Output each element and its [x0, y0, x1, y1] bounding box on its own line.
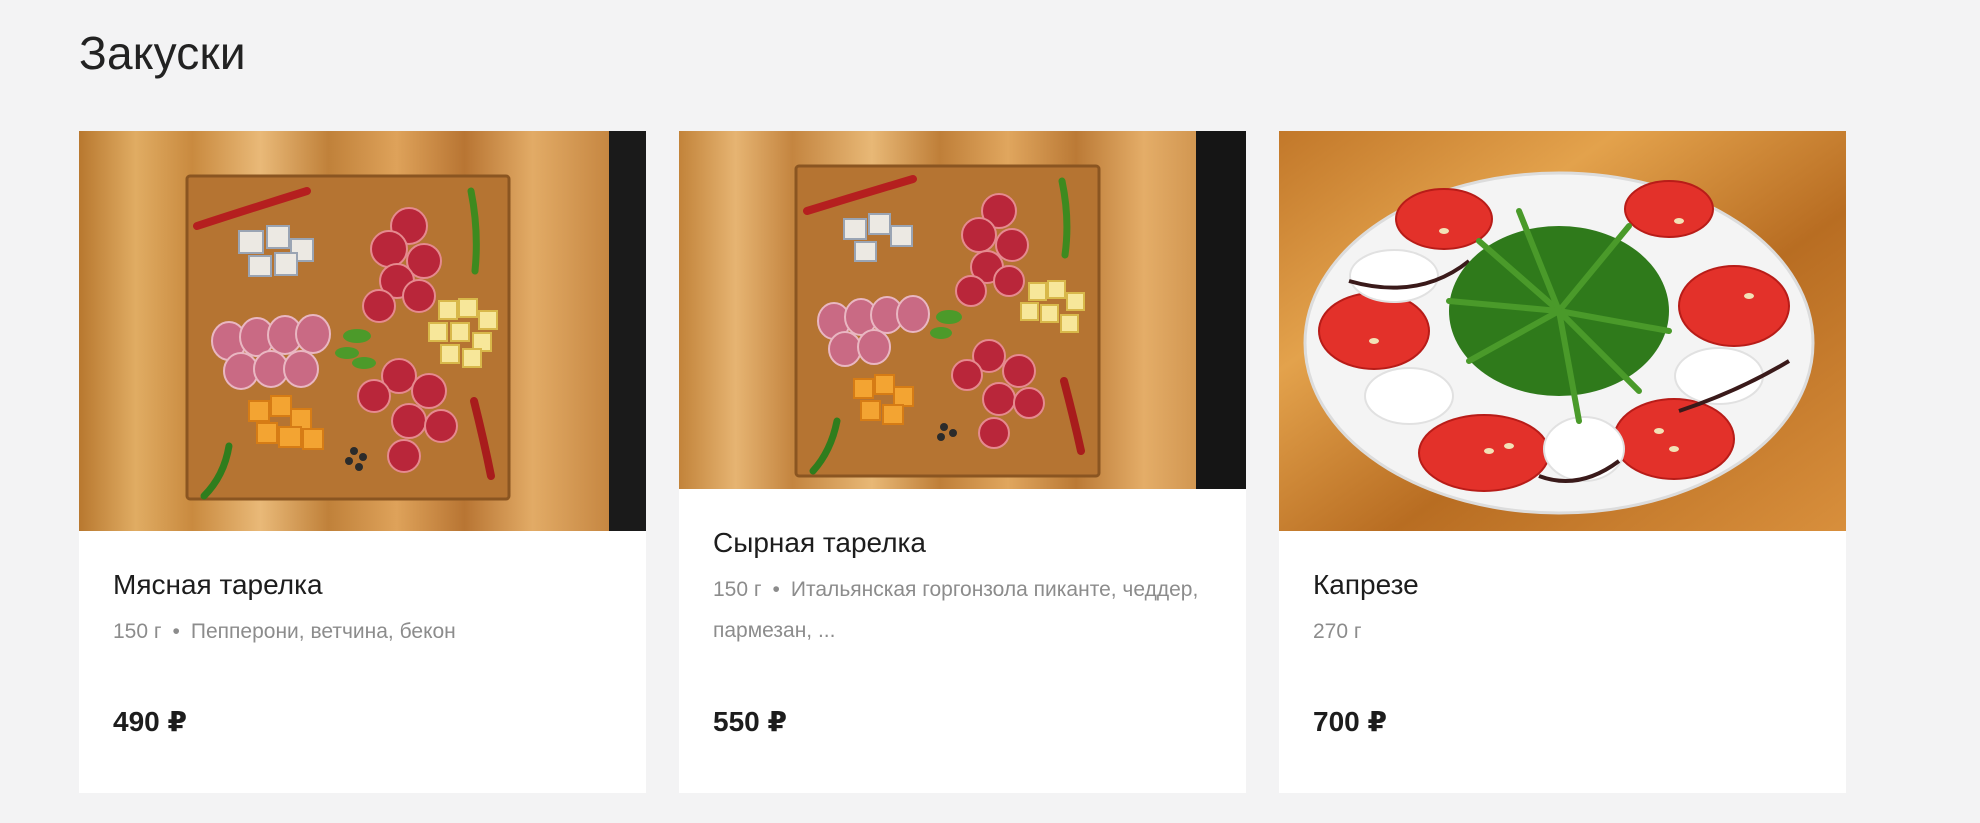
meta-separator: • [172, 620, 180, 643]
dish-price: 700 ₽ [1313, 706, 1387, 737]
meat-board-photo[interactable] [79, 131, 646, 531]
meta-separator: • [772, 578, 780, 601]
dish-name[interactable]: Капрезе [1313, 565, 1816, 605]
dish-card-meat-platter[interactable]: Мясная тарелка 150 г • Пепперони, ветчина,… [79, 131, 646, 793]
dish-meta: 270 г [1313, 611, 1816, 652]
dish-name[interactable]: Сырная тарелка [713, 523, 1216, 563]
dish-card-body: Мясная тарелка 150 г • Пепперони, ветчина,… [113, 565, 616, 652]
dish-card-body: Сырная тарелка 150 г • Итальянская горгонз… [713, 523, 1216, 651]
dish-name[interactable]: Мясная тарелка [113, 565, 616, 605]
dish-description: Пепперони, ветчина, бекон [190, 620, 456, 643]
dish-card-body: Капрезе 270 г [1313, 565, 1816, 652]
dish-card-cheese-platter[interactable]: Сырная тарелка 150 г • Итальянская горгонз… [679, 131, 1246, 793]
caprese-plate-photo[interactable] [1279, 131, 1846, 531]
dish-meta: 150 г • Итальянская горгонзола пиканте, че… [713, 569, 1216, 651]
dish-description: Итальянская горгонзола пиканте, чеддер, … [713, 578, 1199, 642]
dish-weight: 150 г [713, 578, 762, 601]
dish-weight: 150 г [113, 620, 162, 643]
section-title: Закуски [79, 27, 246, 79]
cheese-board-photo[interactable] [679, 131, 1246, 489]
dish-weight: 270 г [1313, 620, 1362, 643]
dish-meta: 150 г • Пепперони, ветчина, бекон [113, 611, 616, 652]
dish-price: 550 ₽ [713, 706, 787, 737]
dish-card-caprese[interactable]: Капрезе 270 г 700 ₽ [1279, 131, 1846, 793]
dish-price: 490 ₽ [113, 706, 187, 737]
